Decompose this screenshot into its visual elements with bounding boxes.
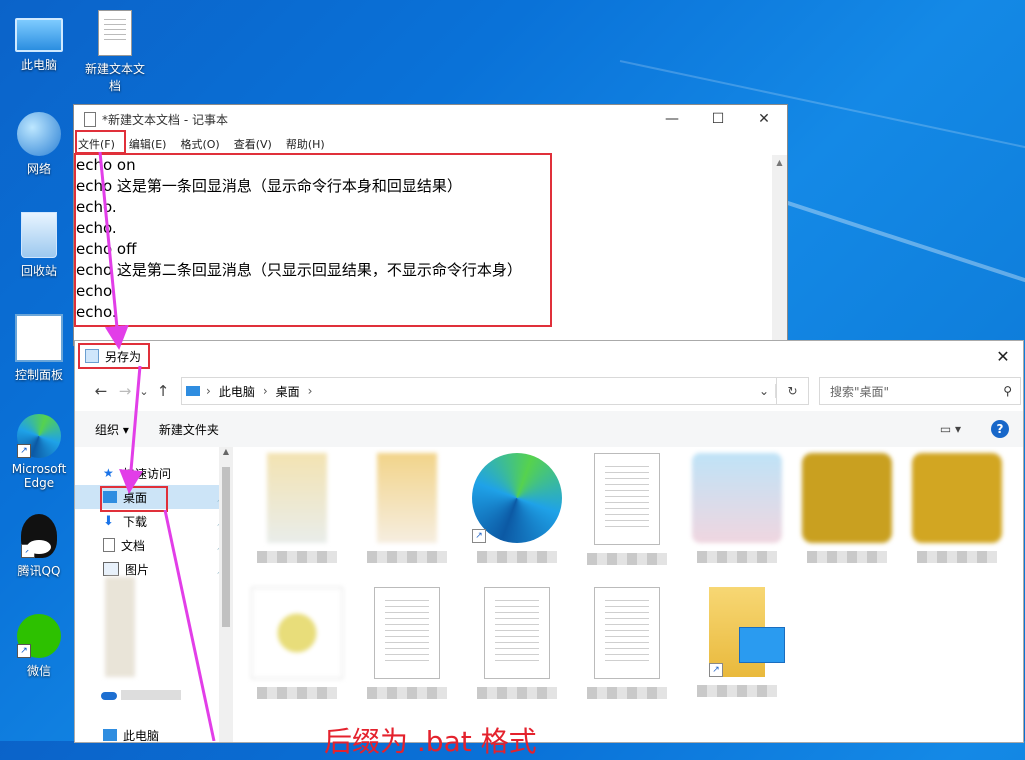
annotation-text: 后缀为 .bat 格式 bbox=[324, 725, 537, 758]
arrow-to-save-as bbox=[98, 151, 129, 350]
arrow-to-filename bbox=[163, 509, 216, 741]
annotation-arrows bbox=[98, 151, 216, 741]
arrow-to-desktop bbox=[119, 365, 143, 494]
